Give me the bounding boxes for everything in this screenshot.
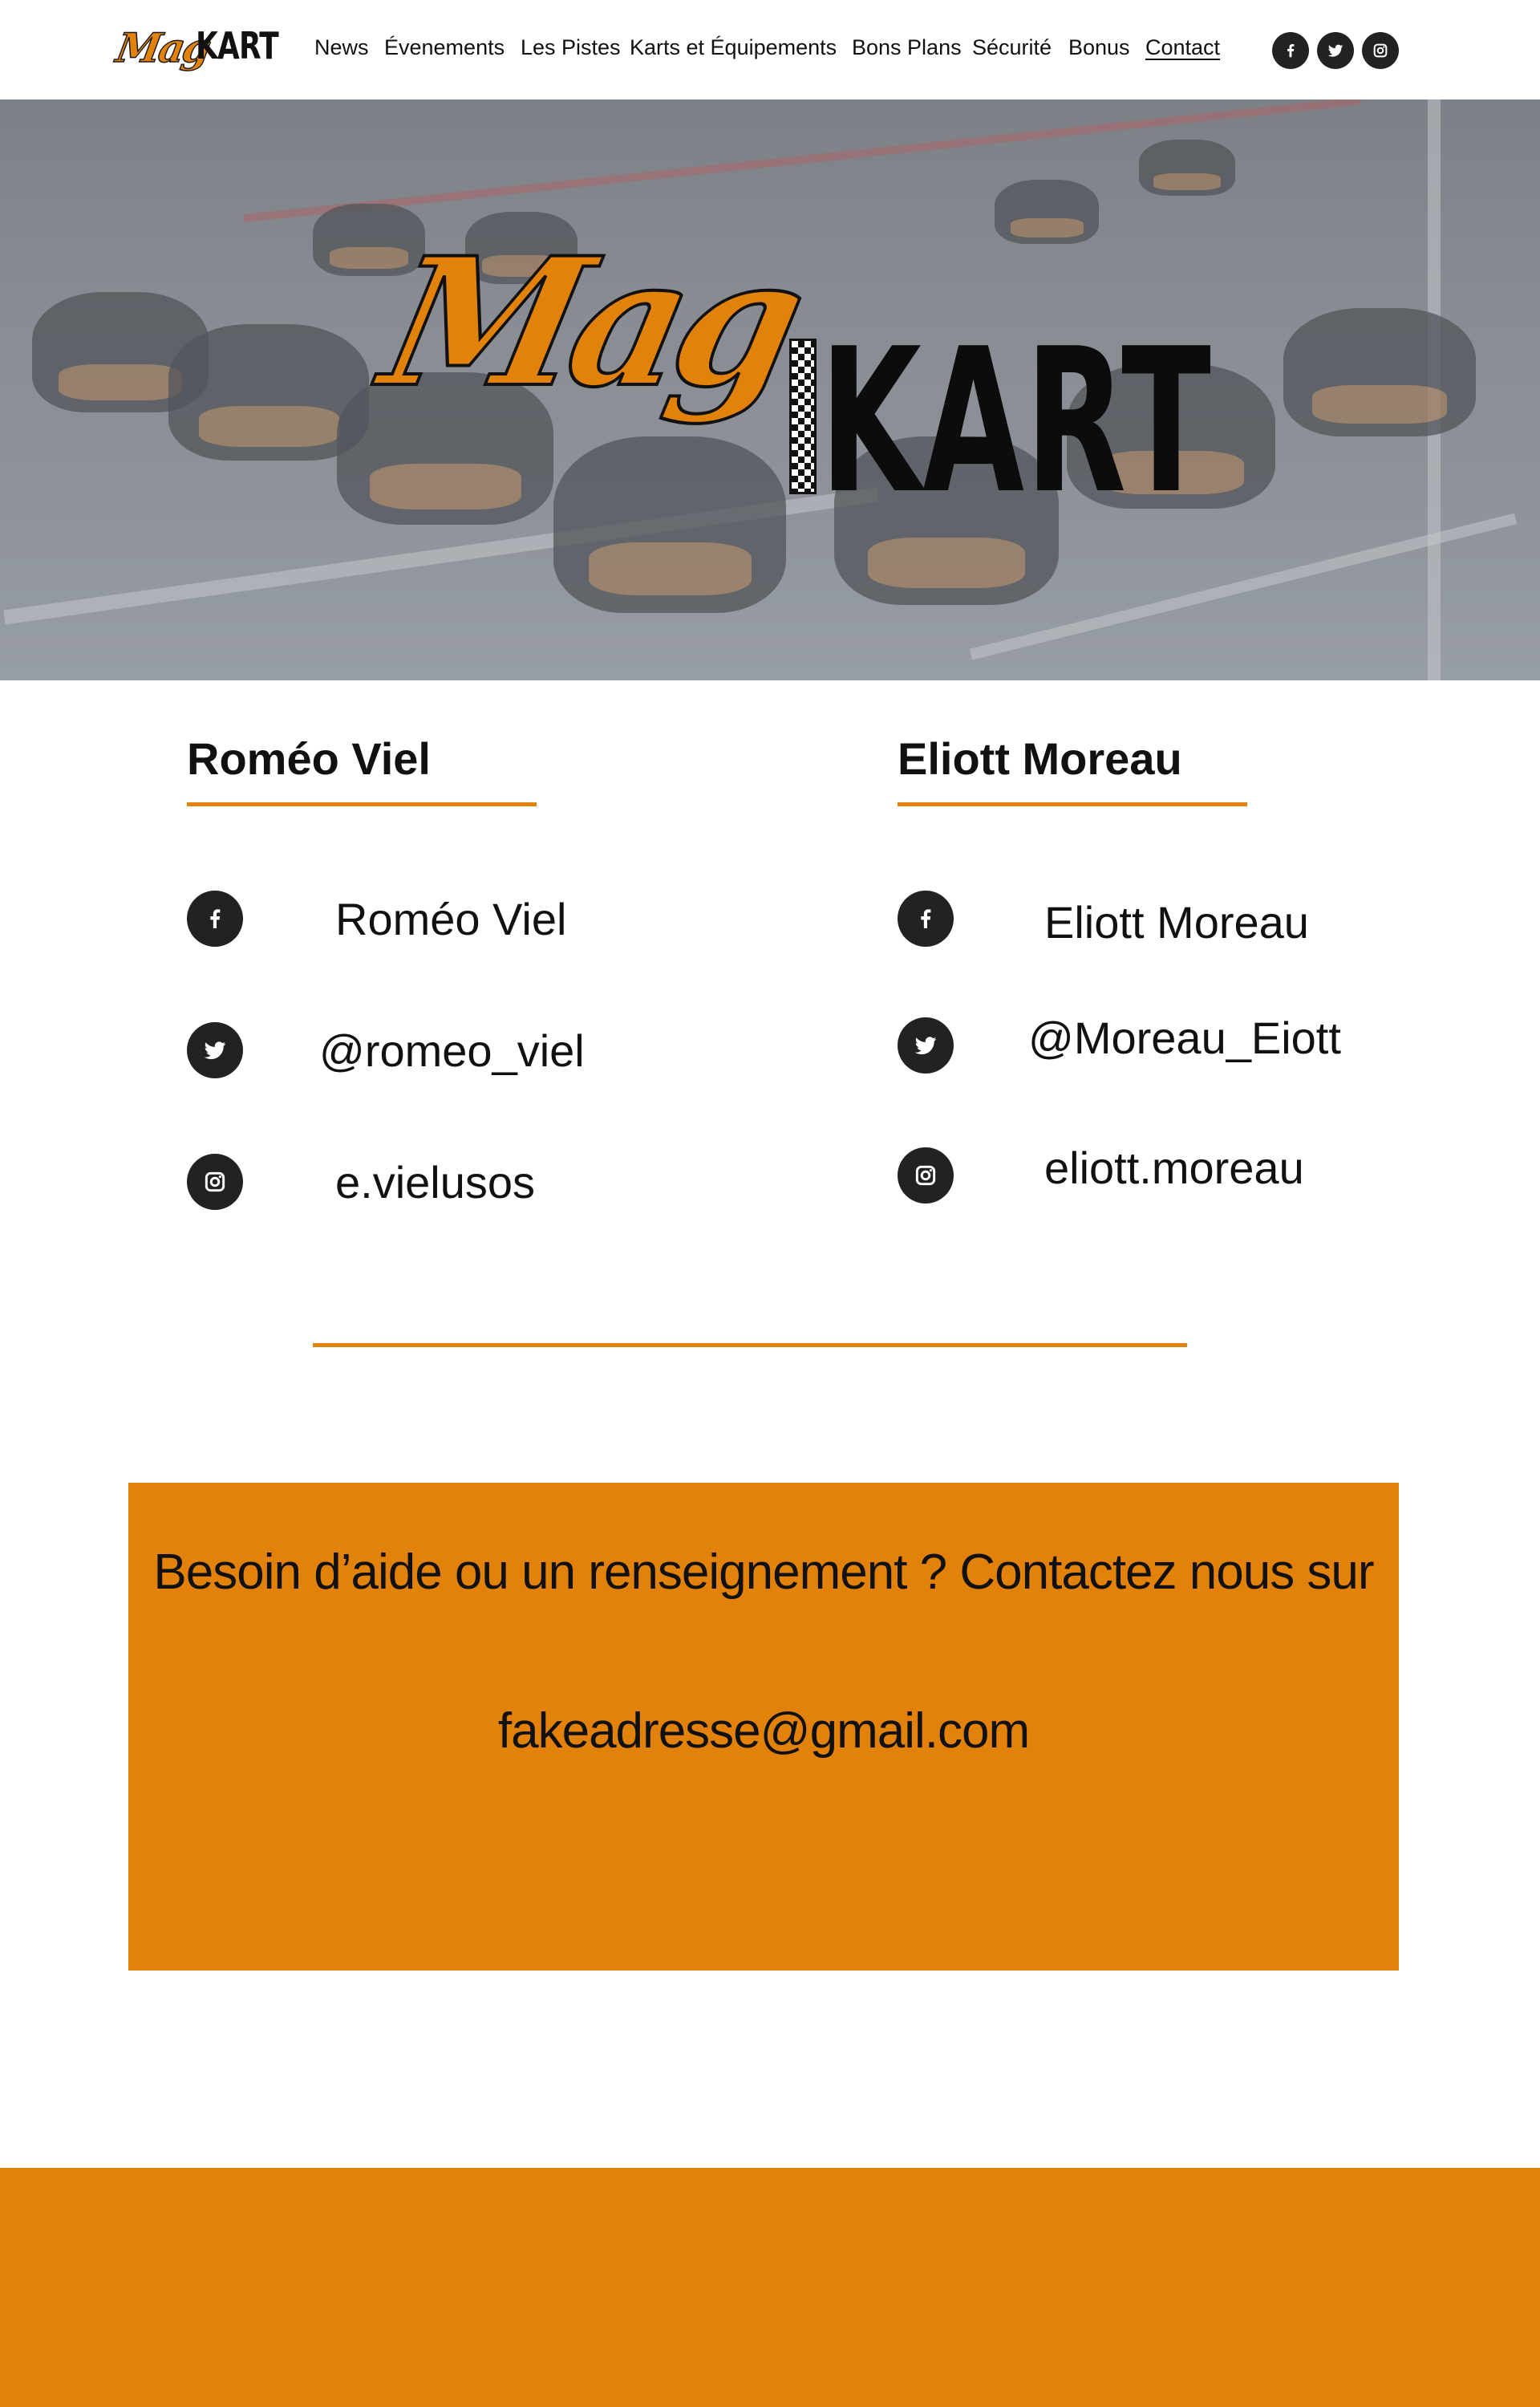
twitter-row: @Moreau_Eiott — [898, 1016, 1379, 1075]
facebook-button[interactable] — [187, 891, 243, 947]
instagram-button[interactable] — [187, 1154, 243, 1210]
site-footer — [0, 2168, 1540, 2407]
nav-item-bonus[interactable]: Bonus — [1068, 35, 1130, 60]
nav-item-evenements[interactable]: Évenements — [384, 35, 505, 60]
contact-email-link[interactable]: fakeadresse@gmail.com — [128, 1703, 1399, 1760]
facebook-icon — [921, 909, 931, 928]
facebook-handle[interactable]: Eliott Moreau — [1044, 900, 1309, 945]
nav-item-karts[interactable]: Karts et Équipements — [630, 35, 837, 60]
hero-logo: Mag KART — [367, 217, 1211, 522]
twitter-handle[interactable]: @Moreau_Eiott — [1028, 1016, 1341, 1061]
section-divider — [313, 1343, 1187, 1347]
header-twitter-button[interactable] — [1317, 32, 1354, 69]
instagram-row: e.vielusos — [187, 1154, 668, 1212]
name-underline — [898, 802, 1247, 806]
instagram-handle[interactable]: e.vielusos — [335, 1160, 535, 1205]
header-facebook-button[interactable] — [1272, 32, 1309, 69]
nav-item-news[interactable]: News — [314, 35, 369, 60]
nav-item-bons-plans[interactable]: Bons Plans — [852, 35, 962, 60]
twitter-icon — [204, 1041, 226, 1060]
hero-logo-kart: KART — [820, 306, 1213, 538]
instagram-icon — [205, 1171, 225, 1192]
facebook-row: Roméo Viel — [187, 891, 668, 948]
facebook-icon — [1287, 44, 1295, 58]
contact-name: Eliott Moreau — [898, 733, 1182, 784]
contact-card-romeo: Roméo Viel Roméo Viel @romeo_viel e.viel… — [187, 733, 668, 1210]
name-underline — [187, 802, 537, 806]
header-instagram-button[interactable] — [1362, 32, 1399, 69]
twitter-icon — [914, 1037, 937, 1055]
instagram-icon — [1373, 43, 1388, 58]
checkered-flag-icon — [789, 339, 817, 494]
instagram-row: eliott.moreau — [898, 1146, 1379, 1205]
contact-name: Roméo Viel — [187, 733, 431, 784]
contact-card-eliott: Eliott Moreau Eliott Moreau @Moreau_Eiot… — [898, 733, 1379, 1204]
site-logo[interactable]: Mag KART — [112, 22, 279, 77]
instagram-handle[interactable]: eliott.moreau — [1044, 1146, 1304, 1191]
twitter-handle[interactable]: @romeo_viel — [319, 1029, 585, 1074]
help-contact-box: Besoin d’aide ou un renseignement ? Cont… — [128, 1483, 1399, 1971]
twitter-button[interactable] — [898, 1017, 954, 1074]
twitter-icon — [1327, 44, 1343, 57]
instagram-icon — [915, 1165, 936, 1186]
nav-item-les-pistes[interactable]: Les Pistes — [521, 35, 621, 60]
site-header: Mag KART News Évenements Les Pistes Kart… — [0, 0, 1540, 99]
facebook-handle[interactable]: Roméo Viel — [335, 897, 566, 942]
facebook-icon — [210, 909, 221, 928]
facebook-button[interactable] — [898, 891, 954, 947]
logo-kart-text: KART — [196, 24, 279, 67]
hero-logo-mag: Mag — [367, 217, 813, 428]
nav-item-securite[interactable]: Sécurité — [972, 35, 1052, 60]
twitter-row: @romeo_viel — [187, 1022, 668, 1080]
nav-item-contact[interactable]: Contact — [1145, 35, 1220, 60]
hero-banner: Mag KART — [0, 99, 1540, 680]
help-message: Besoin d’aide ou un renseignement ? Cont… — [153, 1544, 1374, 1600]
facebook-row: Eliott Moreau — [898, 891, 1379, 948]
instagram-button[interactable] — [898, 1147, 954, 1204]
twitter-button[interactable] — [187, 1022, 243, 1078]
